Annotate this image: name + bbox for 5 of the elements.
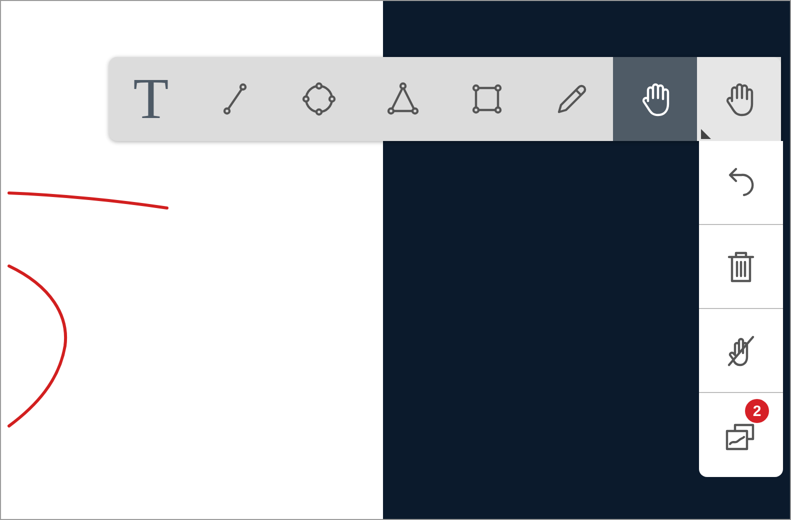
count-badge: 2 [745, 399, 769, 423]
hand-tool-button[interactable] [613, 57, 697, 141]
hand-menu-tool-button[interactable] [697, 57, 781, 141]
corner-triangle-icon [701, 129, 711, 139]
text-tool-button[interactable]: T [109, 57, 193, 141]
